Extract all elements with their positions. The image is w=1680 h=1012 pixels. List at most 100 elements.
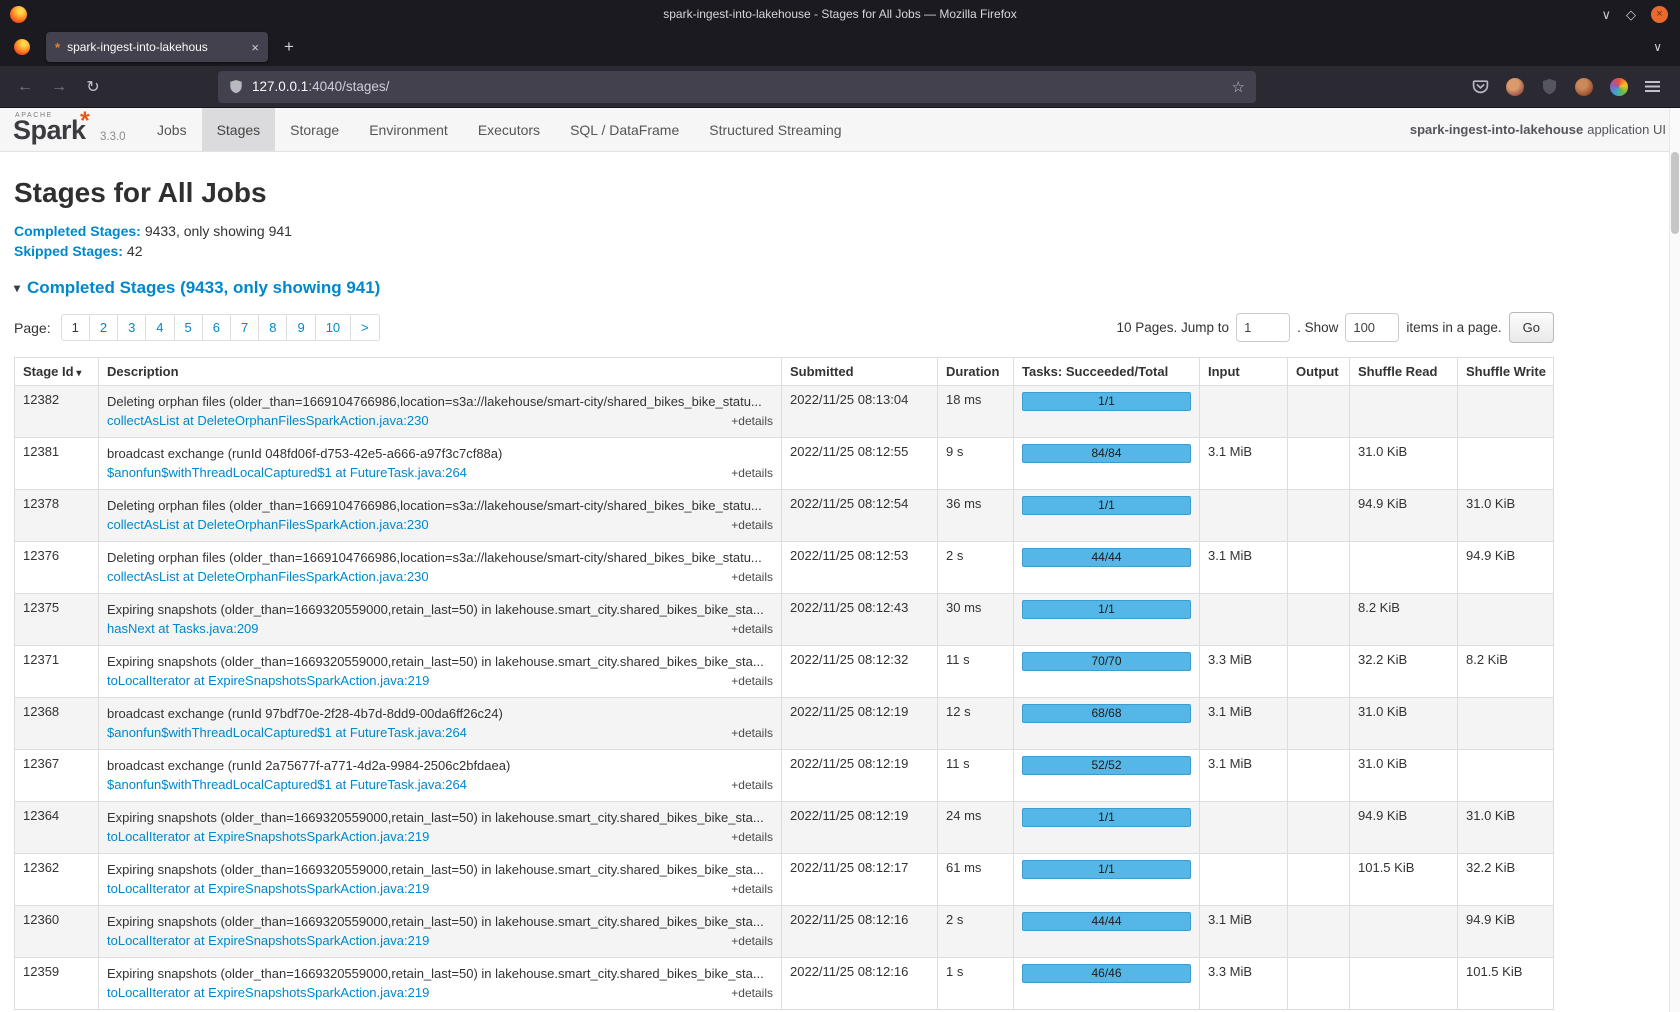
details-toggle[interactable]: +details [731, 776, 773, 795]
pagination-controls: 10 Pages. Jump to . Show items in a page… [1116, 312, 1554, 343]
details-toggle[interactable]: +details [731, 516, 773, 535]
spark-nav-executors[interactable]: Executors [463, 108, 555, 151]
stage-callsite-link[interactable]: collectAsList at DeleteOrphanFilesSparkA… [107, 567, 429, 586]
new-tab-button[interactable]: + [284, 37, 294, 57]
page-button-7[interactable]: 7 [230, 314, 259, 341]
column-label: Tasks: Succeeded/Total [1022, 364, 1168, 379]
details-toggle[interactable]: +details [731, 984, 773, 1003]
skipped-stages-link[interactable]: Skipped Stages: [14, 243, 123, 259]
details-toggle[interactable]: +details [731, 620, 773, 639]
spark-nav-storage[interactable]: Storage [275, 108, 354, 151]
page-button-9[interactable]: 9 [286, 314, 315, 341]
stage-callsite-link[interactable]: $anonfun$withThreadLocalCaptured$1 at Fu… [107, 463, 467, 482]
submitted-cell: 2022/11/25 08:12:17 [782, 854, 938, 906]
page-button-3[interactable]: 3 [117, 314, 146, 341]
tasks-progress-bar: 46/46 [1022, 964, 1191, 983]
list-all-tabs-icon[interactable]: ∨ [1653, 40, 1662, 54]
tracking-protection-shield-icon[interactable] [229, 79, 243, 94]
page-scrollbar[interactable] [1669, 108, 1680, 1012]
stage-callsite-link[interactable]: collectAsList at DeleteOrphanFilesSparkA… [107, 515, 429, 534]
back-button[interactable]: ← [10, 72, 40, 102]
details-toggle[interactable]: +details [731, 568, 773, 587]
column-header-input[interactable]: Input [1200, 358, 1288, 386]
ublock-extension-icon[interactable] [1541, 78, 1558, 95]
column-header-submitted[interactable]: Submitted [782, 358, 938, 386]
stage-callsite-link[interactable]: toLocalIterator at ExpireSnapshotsSparkA… [107, 879, 429, 898]
details-toggle[interactable]: +details [731, 672, 773, 691]
duration-cell: 24 ms [938, 802, 1014, 854]
go-button[interactable]: Go [1509, 312, 1554, 343]
url-text[interactable]: 127.0.0.1:4040/stages/ [252, 79, 1232, 94]
stage-callsite-link[interactable]: toLocalIterator at ExpireSnapshotsSparkA… [107, 983, 429, 1002]
stage-callsite-link[interactable]: toLocalIterator at ExpireSnapshotsSparkA… [107, 827, 429, 846]
output-cell [1288, 386, 1350, 438]
tasks-cell: 84/84 [1014, 438, 1200, 490]
window-minimize-button[interactable]: ∨ [1601, 8, 1611, 21]
column-header-duration[interactable]: Duration [938, 358, 1014, 386]
pocket-icon[interactable] [1472, 78, 1489, 95]
details-toggle[interactable]: +details [731, 932, 773, 951]
stage-callsite-link[interactable]: toLocalIterator at ExpireSnapshotsSparkA… [107, 931, 429, 950]
page-button-4[interactable]: 4 [145, 314, 174, 341]
page-button-6[interactable]: 6 [202, 314, 231, 341]
column-label: Description [107, 364, 179, 379]
forward-button[interactable]: → [44, 72, 74, 102]
extension-pinwheel-icon[interactable] [1610, 78, 1628, 96]
account-avatar-icon[interactable] [1506, 78, 1524, 96]
details-toggle[interactable]: +details [731, 828, 773, 847]
details-toggle[interactable]: +details [731, 724, 773, 743]
window-maximize-button[interactable]: ◇ [1626, 8, 1636, 21]
page-button-5[interactable]: 5 [174, 314, 203, 341]
menu-hamburger-icon[interactable] [1645, 81, 1660, 92]
completed-stages-link[interactable]: Completed Stages: [14, 223, 141, 239]
window-controls: ∨ ◇ × [1601, 0, 1668, 28]
column-header-stage-id[interactable]: Stage Id ▾ [15, 358, 99, 386]
scrollbar-thumb[interactable] [1671, 152, 1679, 234]
spark-nav-jobs[interactable]: Jobs [142, 108, 202, 151]
details-toggle[interactable]: +details [731, 412, 773, 431]
spark-nav: JobsStagesStorageEnvironmentExecutorsSQL… [142, 108, 857, 151]
shuffle-read-cell: 94.9 KiB [1350, 802, 1458, 854]
url-bar[interactable]: 127.0.0.1:4040/stages/ ☆ [218, 71, 1256, 103]
spark-nav-environment[interactable]: Environment [354, 108, 463, 151]
page-button-2[interactable]: 2 [89, 314, 118, 341]
jump-to-page-input[interactable] [1236, 313, 1290, 342]
tasks-progress-bar: 1/1 [1022, 392, 1191, 411]
window-close-button[interactable]: × [1651, 6, 1668, 23]
column-header-description[interactable]: Description [99, 358, 782, 386]
column-header-shuffle-read[interactable]: Shuffle Read [1350, 358, 1458, 386]
details-toggle[interactable]: +details [731, 880, 773, 899]
spark-nav-stages[interactable]: Stages [202, 108, 276, 151]
stage-callsite-link[interactable]: $anonfun$withThreadLocalCaptured$1 at Fu… [107, 775, 467, 794]
tab-close-icon[interactable]: × [251, 40, 259, 55]
spark-nav-sql-dataframe[interactable]: SQL / DataFrame [555, 108, 694, 151]
reload-button[interactable]: ↻ [78, 72, 108, 102]
stage-callsite-link[interactable]: toLocalIterator at ExpireSnapshotsSparkA… [107, 671, 429, 690]
bookmark-star-icon[interactable]: ☆ [1232, 78, 1245, 96]
page-button-1[interactable]: 1 [61, 314, 90, 341]
details-toggle[interactable]: +details [731, 464, 773, 483]
stage-id-cell: 12364 [15, 802, 99, 854]
stage-callsite-link[interactable]: hasNext at Tasks.java:209 [107, 619, 259, 638]
page-button-8[interactable]: 8 [258, 314, 287, 341]
stage-callsite-link[interactable]: $anonfun$withThreadLocalCaptured$1 at Fu… [107, 723, 467, 742]
spark-nav-structured-streaming[interactable]: Structured Streaming [694, 108, 856, 151]
column-header-tasks-succeeded-total[interactable]: Tasks: Succeeded/Total [1014, 358, 1200, 386]
shuffle-read-cell [1350, 542, 1458, 594]
stage-callsite-link[interactable]: collectAsList at DeleteOrphanFilesSparkA… [107, 411, 429, 430]
shuffle-read-cell [1350, 906, 1458, 958]
completed-stages-section-toggle[interactable]: ▾ Completed Stages (9433, only showing 9… [14, 278, 1666, 298]
extension-monkey-icon[interactable] [1575, 78, 1593, 96]
browser-tab[interactable]: * spark-ingest-into-lakehous × [46, 32, 268, 62]
spark-logo[interactable]: APACHE Spark * 3.3.0 [12, 108, 142, 151]
column-header-output[interactable]: Output [1288, 358, 1350, 386]
input-cell: 3.1 MiB [1200, 750, 1288, 802]
next-page-button[interactable]: > [350, 314, 380, 341]
page-button-10[interactable]: 10 [315, 314, 351, 341]
tasks-cell: 1/1 [1014, 594, 1200, 646]
stage-id-cell: 12362 [15, 854, 99, 906]
pagination-pages: 12345678910> [61, 314, 380, 341]
column-header-shuffle-write[interactable]: Shuffle Write [1458, 358, 1554, 386]
pages-info: 10 Pages. Jump to [1116, 320, 1229, 335]
items-per-page-input[interactable] [1345, 313, 1399, 342]
